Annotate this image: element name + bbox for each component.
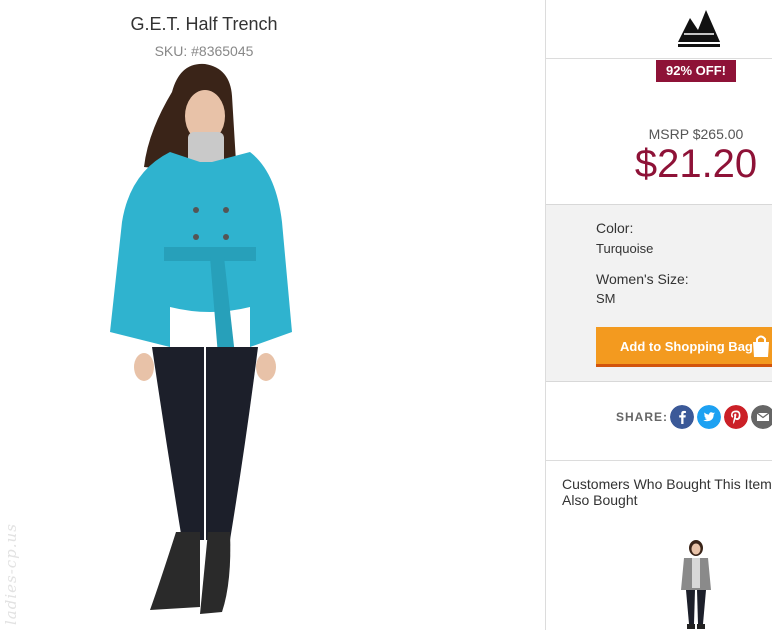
size-label: Women's Size: (596, 271, 689, 287)
options-panel: Color: Turquoise Women's Size: SM Add to… (546, 204, 772, 382)
twitter-icon[interactable] (697, 405, 721, 429)
brand-logo[interactable] (676, 4, 722, 52)
watermark-text: ladies-cp.us (2, 523, 20, 625)
msrp-price: MSRP $265.00 (648, 126, 744, 142)
recommended-product-thumbnail[interactable] (678, 540, 714, 630)
add-to-bag-label: Add to Shopping Bag (620, 339, 753, 354)
product-title: G.E.T. Half Trench (130, 14, 278, 34)
share-label: SHARE: (616, 410, 669, 424)
facebook-icon[interactable] (670, 405, 694, 429)
add-to-bag-button[interactable]: Add to Shopping Bag (596, 327, 772, 367)
purchase-panel: 92% OFF! MSRP $265.00 $21.20 Color: Turq… (546, 0, 772, 630)
product-photo[interactable] (100, 62, 310, 620)
sale-price: $21.20 (634, 142, 758, 186)
shopping-bag-icon (753, 335, 769, 357)
email-icon[interactable] (751, 405, 772, 429)
divider (546, 460, 772, 461)
pinterest-icon[interactable] (724, 405, 748, 429)
product-image-column: G.E.T. Half Trench SKU: #8365045 ladies-… (0, 0, 545, 630)
divider (546, 58, 772, 59)
discount-badge: 92% OFF! (656, 60, 736, 82)
recommendations-heading: Customers Who Bought This Item Also Boug… (562, 476, 772, 508)
product-sku: SKU: #8365045 (154, 43, 254, 59)
size-value: SM (596, 291, 616, 306)
color-value: Turquoise (596, 241, 654, 256)
color-label: Color: (596, 220, 634, 236)
